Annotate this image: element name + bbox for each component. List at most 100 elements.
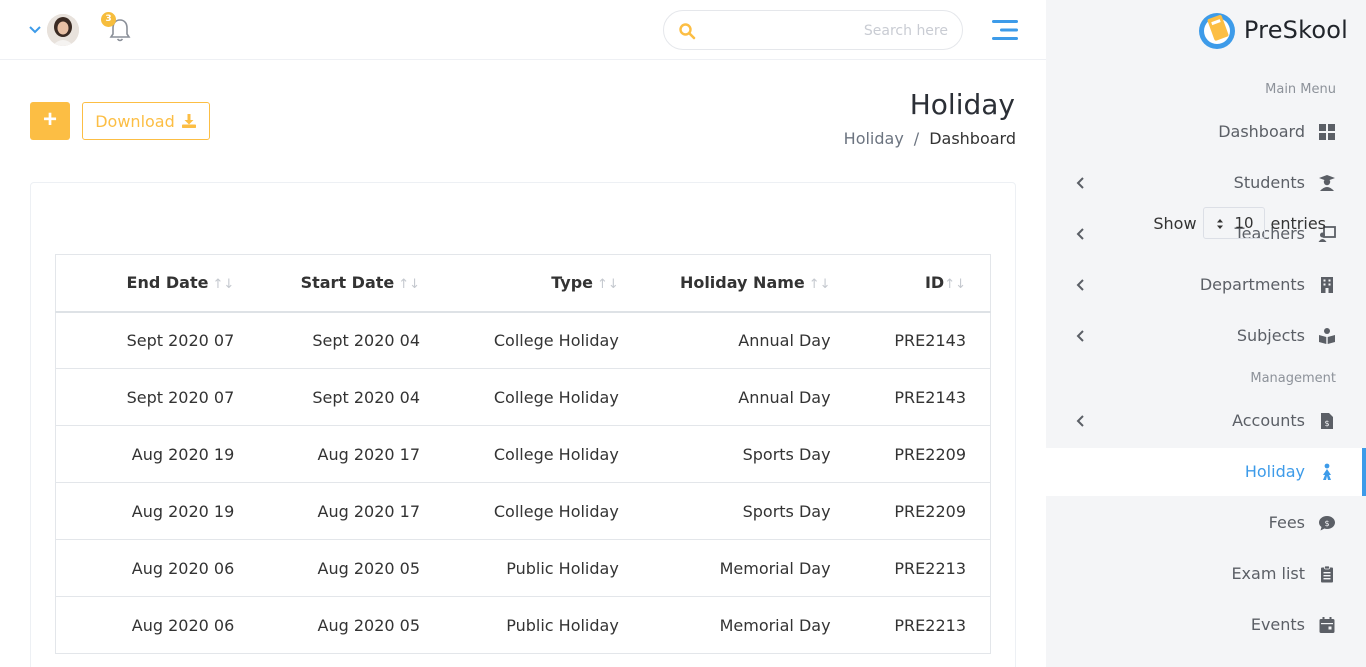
cell-id: PRE2209: [840, 482, 991, 540]
cell-end-date: Sept 2020 07: [55, 368, 253, 426]
cell-start-date: Aug 2020 17: [252, 482, 427, 540]
cell-type: Public Holiday: [426, 539, 625, 597]
cell-holiday-name: Memorial Day: [624, 539, 841, 597]
table-row: Sept 2020 07 Sept 2020 04 College Holida…: [55, 311, 991, 369]
sidebar-item-events[interactable]: Events: [1046, 601, 1366, 649]
chevron-left-icon: [1076, 177, 1084, 189]
column-header-holiday-name[interactable]: Holiday Name ↑↓: [624, 254, 841, 313]
table-header-row: End Date ↑↓ Start Date ↑↓ Type ↑↓ Holiday N…: [55, 254, 991, 313]
avatar[interactable]: [47, 14, 79, 46]
download-button[interactable]: Download: [82, 102, 210, 140]
search-icon[interactable]: [678, 22, 696, 40]
table-row: Sept 2020 07 Sept 2020 04 College Holida…: [55, 368, 991, 426]
cell-id: PRE2143: [840, 311, 991, 369]
cell-type: College Holiday: [426, 425, 625, 483]
search-input[interactable]: [708, 17, 948, 45]
cell-end-date: Aug 2020 19: [55, 482, 253, 540]
entries-select-value: 10: [1234, 214, 1254, 232]
column-header-start-date[interactable]: Start Date ↑↓: [252, 254, 427, 313]
sidebar-item-label: Events: [1250, 615, 1305, 634]
topbar: 3: [0, 0, 1046, 60]
sidebar-item-holiday[interactable]: Holiday: [1046, 448, 1366, 496]
cell-holiday-name: Annual Day: [624, 368, 841, 426]
sidebar-item-accounts[interactable]: Accounts $: [1046, 397, 1366, 445]
cell-id: PRE2213: [840, 596, 991, 654]
sidebar-item-subjects[interactable]: Subjects: [1046, 312, 1366, 360]
cell-holiday-name: Sports Day: [624, 482, 841, 540]
cell-holiday-name: Memorial Day: [624, 596, 841, 654]
book-reader-icon: [1319, 328, 1335, 344]
sidebar-item-fees[interactable]: Fees $: [1046, 499, 1366, 547]
cell-start-date: Aug 2020 05: [252, 539, 427, 597]
column-header-end-date[interactable]: End Date ↑↓: [55, 254, 253, 313]
breadcrumb-dashboard[interactable]: Dashboard: [929, 129, 1016, 148]
menu-title-management: Management: [1250, 371, 1336, 386]
cell-id: PRE2209: [840, 425, 991, 483]
chevron-down-icon[interactable]: [28, 23, 42, 37]
table-row: Aug 2020 19 Aug 2020 17 College Holiday …: [55, 482, 991, 540]
table-row: Aug 2020 19 Aug 2020 17 College Holiday …: [55, 425, 991, 483]
menu-title-main: Main Menu: [1265, 82, 1336, 97]
sidebar-item-label: Fees: [1268, 513, 1305, 532]
column-header-type[interactable]: Type ↑↓: [426, 254, 625, 313]
breadcrumb-separator: /: [913, 129, 920, 148]
cell-start-date: Sept 2020 04: [252, 311, 427, 369]
sidebar-item-label: Dashboard: [1218, 122, 1305, 141]
cell-end-date: Aug 2020 06: [55, 539, 253, 597]
brand-name: PreSkool: [1243, 16, 1348, 44]
sort-icon: ↑↓: [212, 277, 235, 293]
holiday-table: End Date ↑↓ Start Date ↑↓ Type ↑↓ Holiday N…: [55, 254, 991, 654]
invoice-icon: $: [1321, 413, 1333, 429]
show-label: Show: [1153, 213, 1197, 233]
cell-type: College Holiday: [426, 311, 625, 369]
sidebar-item-label: Departments: [1199, 275, 1305, 294]
cell-start-date: Aug 2020 17: [252, 425, 427, 483]
sort-icon: ↑↓: [808, 277, 831, 293]
sidebar-item-students[interactable]: Students: [1046, 159, 1366, 207]
download-icon: [181, 114, 196, 128]
search-box: [663, 10, 963, 50]
table-row: Aug 2020 06 Aug 2020 05 Public Holiday M…: [55, 596, 991, 654]
preskool-logo-icon: [1198, 13, 1235, 49]
cell-end-date: Sept 2020 07: [55, 311, 253, 369]
sidebar-item-label: Accounts: [1232, 411, 1305, 430]
breadcrumb-link-holiday[interactable]: Holiday: [844, 129, 904, 148]
sidebar-item-label: Subjects: [1236, 326, 1305, 345]
sidebar-item-exam-list[interactable]: Exam list: [1046, 550, 1366, 598]
cell-end-date: Aug 2020 06: [55, 596, 253, 654]
brand[interactable]: PreSkool: [1196, 8, 1348, 52]
chevron-left-icon: [1076, 279, 1084, 291]
dashboard-icon: [1319, 124, 1335, 140]
cell-holiday-name: Sports Day: [624, 425, 841, 483]
svg-text:$: $: [1324, 419, 1329, 428]
sort-icon: ↑↓: [597, 277, 619, 293]
sort-asc-icon: ↑↓: [944, 277, 966, 293]
entries-select[interactable]: 10: [1202, 207, 1265, 239]
sidebar-item-departments[interactable]: Departments: [1046, 261, 1366, 309]
clipboard-list-icon: [1321, 565, 1333, 583]
holiday-icon: [1323, 463, 1331, 480]
building-icon: [1321, 277, 1333, 293]
entries-length-control: Show 10 entries: [1153, 207, 1326, 239]
calendar-icon: [1319, 617, 1335, 633]
chevron-left-icon: [1076, 330, 1084, 342]
add-holiday-button[interactable]: +: [30, 102, 70, 140]
sidebar-item-dashboard[interactable]: Dashboard: [1046, 108, 1366, 156]
plus-icon: +: [42, 106, 57, 133]
chevron-left-icon: [1076, 415, 1084, 427]
menu-toggle-icon[interactable]: [992, 18, 1018, 42]
cell-start-date: Sept 2020 04: [252, 368, 427, 426]
notification-badge: 3: [101, 12, 116, 27]
chevron-left-icon: [1076, 228, 1084, 240]
breadcrumb: Holiday / Dashboard: [844, 129, 1016, 148]
cell-type: College Holiday: [426, 482, 625, 540]
entries-label: entries: [1270, 213, 1326, 233]
sidebar-item-label: Exam list: [1231, 564, 1305, 583]
comment-dollar-icon: $: [1319, 516, 1335, 531]
svg-text:$: $: [1324, 519, 1329, 528]
sidebar-item-label: Holiday: [1244, 462, 1305, 481]
column-header-id[interactable]: ID↑↓: [840, 254, 991, 313]
sidebar: PreSkool Main Menu Dashboard Students Te…: [1046, 0, 1366, 667]
cell-type: College Holiday: [426, 368, 625, 426]
graduate-icon: [1319, 175, 1335, 191]
